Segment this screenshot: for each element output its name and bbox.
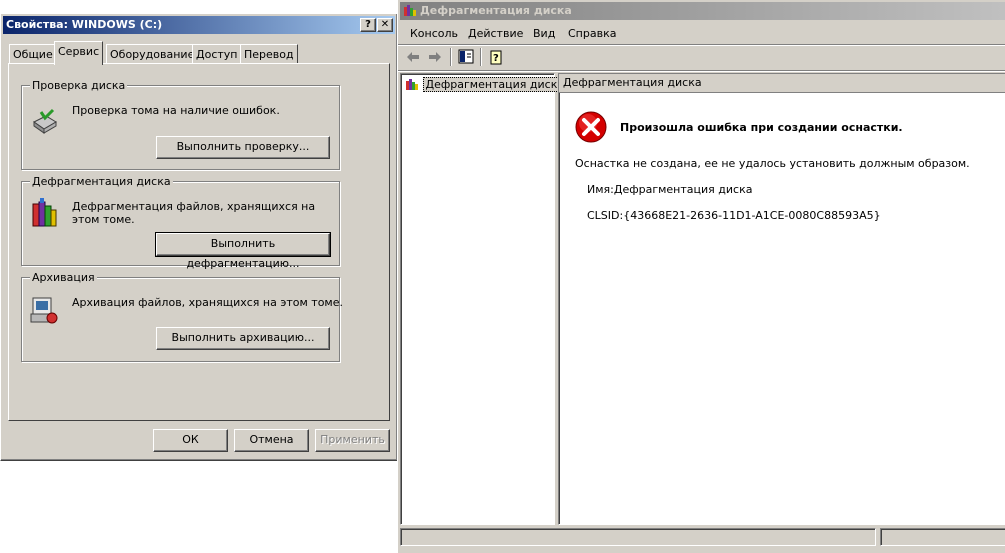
tree-item-defrag[interactable]: Дефрагментация диска — [405, 77, 568, 92]
tab-sharing[interactable]: Доступ — [192, 44, 242, 63]
button-label: Отмена — [249, 433, 294, 446]
help-icon: ? — [365, 19, 371, 30]
result-header: Дефрагментация диска — [559, 74, 1005, 93]
toolbar-separator — [450, 48, 452, 66]
menu-console[interactable]: Консоль — [410, 27, 458, 40]
result-pane: Дефрагментация диска Произошла ошибка пр… — [558, 73, 1005, 525]
tab-service[interactable]: Сервис — [54, 41, 104, 65]
mmc-title: Дефрагментация диска — [420, 4, 572, 17]
backup-icon — [30, 296, 58, 326]
tab-label: Доступ — [196, 48, 238, 61]
toolbar-divider — [398, 44, 1005, 46]
button-label: Выполнить дефрагментацию... — [186, 237, 300, 270]
check-disk-description: Проверка тома на наличие ошибок. — [72, 104, 280, 117]
properties-dialog: Свойства: WINDOWS (C:) ? ✕ Общие Сервис … — [0, 13, 398, 461]
defrag-group: Дефрагментация диска Дефрагментация файл… — [21, 175, 340, 270]
error-icon — [574, 110, 608, 144]
toolbar-separator — [480, 48, 482, 66]
snapin-clsid: CLSID:{43668E21-2636-11D1-A1CE-0080C8859… — [587, 209, 881, 222]
defrag-tree-icon — [405, 77, 419, 91]
mmc-app-icon — [403, 3, 417, 17]
status-bar-left — [400, 528, 876, 546]
cancel-button[interactable]: Отмена — [234, 429, 309, 452]
tab-general[interactable]: Общие — [9, 44, 57, 63]
button-label: Применить — [320, 433, 385, 446]
button-label: ОК — [182, 433, 199, 446]
check-disk-group: Проверка диска Проверка тома на наличие … — [21, 79, 340, 170]
error-description: Оснастка не создана, ее не удалось устан… — [575, 157, 970, 170]
snapin-name: Имя:Дефрагментация диска — [587, 183, 753, 196]
close-button[interactable]: ✕ — [377, 18, 393, 32]
close-icon: ✕ — [380, 19, 390, 30]
tab-label: Оборудование — [110, 48, 195, 61]
svg-text:?: ? — [493, 53, 499, 64]
error-title: Произошла ошибка при создании оснастки. — [620, 121, 903, 134]
button-label: Выполнить проверку... — [176, 140, 310, 153]
check-disk-icon — [30, 108, 58, 136]
button-label: Выполнить архивацию... — [171, 331, 315, 344]
menu-action[interactable]: Действие — [468, 27, 523, 40]
run-backup-button[interactable]: Выполнить архивацию... — [156, 327, 330, 350]
tree-pane: Дефрагментация диска — [400, 73, 568, 525]
tab-translate[interactable]: Перевод — [240, 44, 298, 63]
ok-button[interactable]: ОК — [153, 429, 228, 452]
mmc-titlebar[interactable]: Дефрагментация диска — [400, 2, 1005, 20]
run-check-button[interactable]: Выполнить проверку... — [156, 136, 330, 159]
menu-view[interactable]: Вид — [533, 27, 555, 40]
status-bar-right — [880, 528, 1005, 546]
menu-help[interactable]: Справка — [568, 27, 616, 40]
tab-label: Общие — [13, 48, 53, 61]
tab-hardware[interactable]: Оборудование — [106, 44, 199, 63]
properties-title: Свойства: WINDOWS (C:) — [6, 18, 163, 31]
result-header-title: Дефрагментация диска — [563, 76, 702, 89]
back-icon[interactable] — [406, 51, 420, 63]
toolbar-divider — [398, 70, 1005, 72]
group-title: Архивация — [30, 271, 97, 284]
show-tree-icon[interactable] — [458, 49, 474, 65]
tree-item-label: Дефрагментация диска — [422, 77, 568, 92]
forward-icon[interactable] — [428, 51, 442, 63]
tab-page: Проверка диска Проверка тома на наличие … — [8, 63, 390, 421]
help-doc-icon[interactable]: ? — [488, 49, 504, 65]
group-title: Дефрагментация диска — [30, 175, 173, 188]
backup-description: Архивация файлов, хранящихся на этом том… — [72, 296, 343, 309]
backup-group: Архивация Архивация файлов, хранящихся н… — [21, 271, 343, 362]
apply-button[interactable]: Применить — [315, 429, 390, 452]
defrag-description: Дефрагментация файлов, хранящихся на это… — [72, 200, 316, 226]
tab-label: Сервис — [58, 45, 100, 58]
group-title: Проверка диска — [30, 79, 128, 92]
properties-titlebar[interactable]: Свойства: WINDOWS (C:) — [3, 16, 395, 34]
run-defrag-button[interactable]: Выполнить дефрагментацию... — [155, 232, 331, 270]
help-button[interactable]: ? — [360, 18, 376, 32]
mmc-window: Дефрагментация диска Консоль Действие Ви… — [397, 0, 1005, 553]
tab-label: Перевод — [244, 48, 294, 61]
defrag-icon — [30, 198, 58, 230]
